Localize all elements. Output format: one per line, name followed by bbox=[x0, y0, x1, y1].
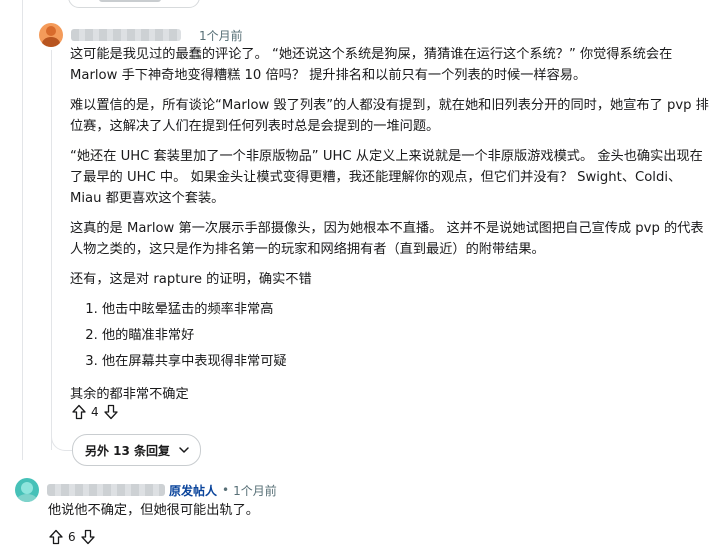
thread-connector bbox=[51, 430, 72, 451]
comment-paragraph: 这可能是我见过的最蠢的评论了。 “她还说这个系统是狗屎，猜猜谁在运行这个系统？”… bbox=[70, 47, 673, 83]
downvote-icon[interactable] bbox=[79, 528, 97, 546]
list-item: 他的瞄准非常好 bbox=[102, 325, 710, 346]
username-redacted[interactable] bbox=[47, 484, 165, 496]
list-item: 他在屏幕共享中表现得非常可疑 bbox=[102, 351, 710, 372]
op-badge: 原发帖人 bbox=[169, 483, 218, 498]
vote-count: 4 bbox=[91, 405, 99, 419]
previous-replies-pill[interactable] bbox=[68, 0, 200, 8]
comment-paragraph: 其余的都非常不确定 bbox=[70, 387, 189, 402]
comment-header: 原发帖人 • 1个月前 bbox=[15, 478, 277, 502]
vote-count: 6 bbox=[68, 530, 76, 544]
list-item: 他击中眩晕猛击的频率非常高 bbox=[102, 299, 710, 320]
comment-paragraph: 难以置信的是，所有谈论“Marlow 毁了列表”的人都没有提到，就在她和旧列表分… bbox=[70, 98, 709, 134]
parent-thread-line[interactable] bbox=[22, 0, 23, 460]
username-redacted[interactable] bbox=[71, 29, 181, 41]
thread-line[interactable] bbox=[51, 50, 52, 450]
comment-body: 这可能是我见过的最蠢的评论了。 “她还说这个系统是狗屎，猜猜谁在运行这个系统？”… bbox=[70, 44, 710, 414]
upvote-icon[interactable] bbox=[70, 403, 88, 421]
upvote-icon[interactable] bbox=[47, 528, 65, 546]
meta-separator: • bbox=[222, 483, 230, 497]
numbered-list: 他击中眩晕猛击的频率非常高 他的瞄准非常好 他在屏幕共享中表现得非常可疑 bbox=[70, 299, 710, 372]
comment-paragraph: 这真的是 Marlow 第一次展示手部摄像头，因为她根本不直播。 这并不是说她试… bbox=[70, 221, 704, 257]
comment-thread: 1个月前 这可能是我见过的最蠢的评论了。 “她还说这个系统是狗屎，猜猜谁在运行这… bbox=[0, 0, 725, 557]
avatar[interactable] bbox=[15, 478, 39, 502]
comment-time: 1个月前 bbox=[233, 483, 277, 498]
more-replies-button[interactable]: 另外 13 条回复 bbox=[72, 434, 202, 466]
comment-time: 1个月前 bbox=[199, 28, 243, 43]
comment-body: 他说他不确定，但她很可能出轨了。 bbox=[48, 503, 259, 518]
vote-actions: 6 bbox=[47, 528, 97, 546]
comment-paragraph: “她还在 UHC 套装里加了一个非原版物品” UHC 从定义上来说就是一个非原版… bbox=[70, 149, 703, 206]
avatar[interactable] bbox=[39, 23, 63, 47]
downvote-icon[interactable] bbox=[102, 403, 120, 421]
vote-actions: 4 bbox=[70, 403, 120, 421]
redacted-text bbox=[99, 0, 161, 2]
more-replies-label: 另外 13 条回复 bbox=[85, 443, 171, 458]
comment-paragraph: 还有，这是对 rapture 的证明，确实不错 bbox=[70, 272, 312, 287]
chevron-down-icon bbox=[178, 444, 190, 456]
